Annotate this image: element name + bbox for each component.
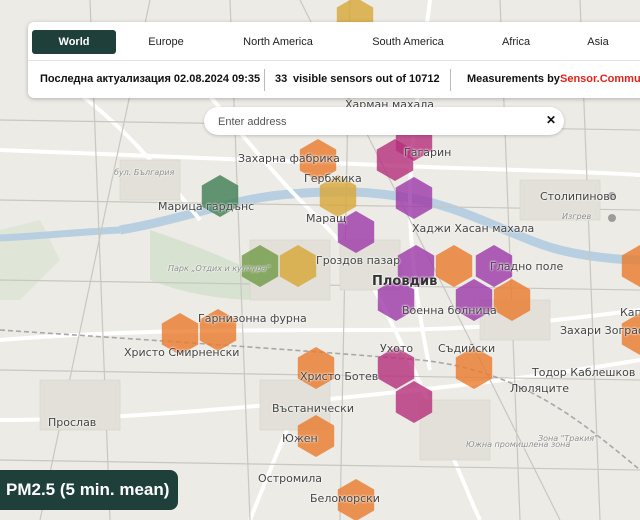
map-label: бул. България (114, 168, 175, 177)
measurements-prefix: Measurements by (467, 73, 560, 85)
map-label: Изгрев (562, 212, 592, 221)
map-label: Парк „Отдих и култура“ (168, 264, 271, 273)
tab-world[interactable]: World (32, 30, 116, 54)
tab-europe[interactable]: Europe (128, 30, 204, 54)
metric-label: PM2.5 (5 min. mean) (6, 480, 170, 499)
map-label: Маращ (306, 212, 347, 225)
map-label: Христо Ботев (300, 370, 379, 383)
map-label: Беломорски (310, 492, 380, 505)
last-update-text: Последна актуализация 02.08.2024 09:35 (40, 73, 261, 85)
map-label: Столипиново (540, 190, 617, 203)
divider (264, 69, 265, 91)
map-label: Захари Зограф (560, 324, 640, 337)
metric-badge[interactable]: PM2.5 (5 min. mean) (0, 470, 178, 510)
map-label: Гладно поле (490, 260, 564, 273)
map-label: Гарнизонна фурна (198, 312, 307, 325)
map-label: Захарна фабрика (238, 152, 340, 165)
map-label: Марица гардънс (158, 200, 255, 213)
close-icon[interactable]: ✕ (546, 113, 556, 127)
map-label: Люляците (510, 382, 569, 395)
top-panel: World Europe North America South America… (28, 22, 640, 98)
total-count: 10712 (409, 73, 440, 85)
map-label: Каплан (620, 306, 640, 319)
divider (450, 69, 451, 91)
map-label: Въстанически (272, 402, 354, 415)
map-label: Гагарин (404, 146, 452, 159)
map-label: Ухото (380, 342, 414, 355)
map-label: Хаджи Хасан махала (412, 222, 535, 235)
address-input[interactable] (216, 111, 540, 133)
visible-text: visible sensors out of (293, 73, 407, 85)
map-label: Христо Смирненски (124, 346, 240, 359)
map-label: Южен (282, 432, 318, 445)
address-search: ✕ (204, 107, 564, 135)
map-label: Военна болница (402, 304, 497, 317)
status-row: Последна актуализация 02.08.2024 09:35 3… (28, 60, 640, 99)
map-label: Гроздов пазар (316, 254, 401, 267)
sensor-community-link[interactable]: Sensor.Community (560, 73, 640, 85)
region-tabs: World Europe North America South America… (28, 22, 640, 60)
map-label: Гербжика (304, 172, 362, 185)
tab-asia[interactable]: Asia (578, 30, 618, 54)
map-label: Съдийски (438, 342, 496, 355)
tab-south-america[interactable]: South America (358, 30, 458, 54)
map-label: Прослав (48, 416, 97, 429)
map-label: Пловдив (372, 274, 438, 289)
map-label: Зона "Тракия" (538, 434, 598, 443)
map-label: Тодор Каблешков (532, 366, 636, 379)
tab-north-america[interactable]: North America (228, 30, 328, 54)
map-label: Остромила (258, 472, 323, 485)
tab-africa[interactable]: Africa (488, 30, 544, 54)
visible-count: 33 (275, 73, 288, 85)
